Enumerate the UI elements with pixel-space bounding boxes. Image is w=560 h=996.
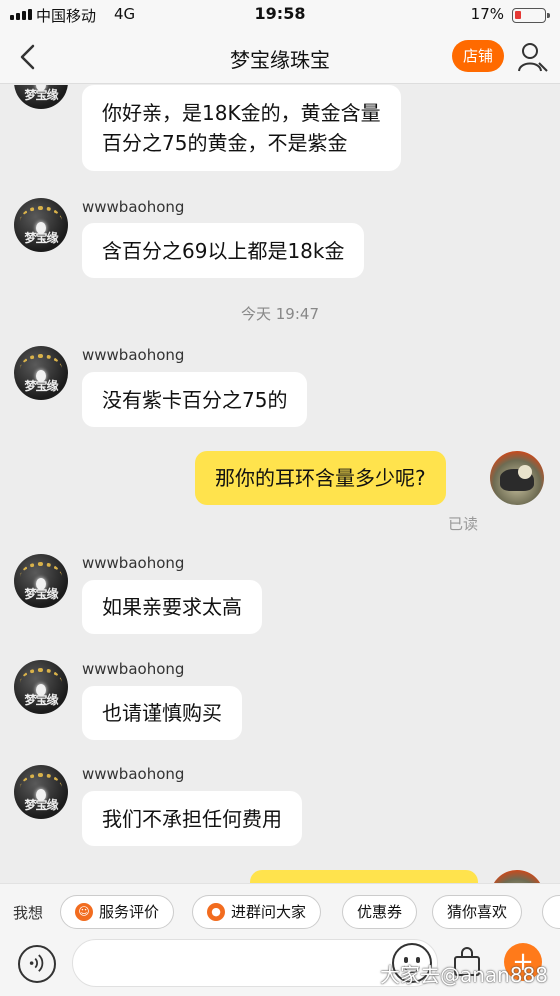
my-avatar[interactable]	[490, 870, 544, 883]
sender-name: wwwbaohong	[82, 660, 185, 678]
message-text: 你好亲，是18K金的，黄金含量	[102, 101, 381, 125]
read-status: 已读	[447, 515, 478, 533]
shop-avatar[interactable]: 梦宝缘	[14, 765, 68, 819]
sender-name: wwwbaohong	[82, 346, 185, 364]
message-bubble[interactable]: 没有紫卡百分之75的	[82, 372, 308, 427]
message-bubble[interactable]: 也请谨慎购买	[82, 686, 242, 740]
my-avatar[interactable]	[490, 451, 544, 505]
input-bar: + 大家去@anan888	[0, 939, 560, 996]
chat-header: 梦宝缘珠宝 店铺	[0, 30, 560, 84]
status-bar: 中国移动 4G 19:58 17%	[0, 0, 560, 30]
message-text: 如果亲要求太高	[102, 595, 242, 619]
shop-avatar[interactable]: 梦宝缘	[14, 660, 68, 714]
message-bubble[interactable]: 如果亲要求太高	[82, 580, 262, 634]
chip-more[interactable]	[542, 895, 560, 929]
people-icon: ●	[207, 903, 225, 921]
shop-avatar[interactable]: 梦宝缘	[14, 554, 68, 608]
quick-label: 我想	[13, 904, 44, 922]
shop-avatar[interactable]: 梦宝缘	[14, 85, 68, 109]
sender-name: wwwbaohong	[82, 554, 185, 572]
message-list[interactable]: 梦宝缘 你好亲，是18K金的，黄金含量 百分之75的黄金，不是紫金 梦宝缘 ww…	[0, 85, 560, 883]
message-text: 百分之75的黄金，不是紫金	[102, 131, 348, 155]
sender-name: wwwbaohong	[82, 765, 185, 783]
shop-avatar[interactable]: 梦宝缘	[14, 346, 68, 400]
message-text: 我们不承担任何费用	[102, 806, 282, 831]
chip-recommendations[interactable]: 猜你喜欢	[432, 895, 523, 929]
message-bubble[interactable]: 含百分之69以上都是18k金	[82, 223, 365, 278]
shop-button[interactable]: 店铺	[452, 40, 504, 72]
smile-icon: ☺	[75, 903, 93, 921]
my-message-bubble[interactable]	[250, 870, 478, 883]
message-bubble[interactable]: 你好亲，是18K金的，黄金含量 百分之75的黄金，不是紫金	[82, 85, 401, 171]
voice-icon[interactable]	[18, 945, 56, 983]
message-bubble[interactable]: 我们不承担任何费用	[82, 791, 302, 846]
sender-name: wwwbaohong	[82, 198, 185, 216]
quick-action-bar: 我想 ☺ 服务评价 ● 进群问大家 优惠券 猜你喜欢	[0, 883, 560, 939]
watermark: 大家去@anan888	[379, 963, 548, 987]
chip-join-group[interactable]: ● 进群问大家	[192, 895, 322, 929]
message-text: 没有紫卡百分之75的	[102, 387, 288, 412]
chip-coupons[interactable]: 优惠券	[342, 895, 418, 929]
my-message-bubble[interactable]: 那你的耳环含量多少呢?	[195, 451, 446, 505]
shop-avatar[interactable]: 梦宝缘	[14, 198, 68, 252]
chip-service-review[interactable]: ☺ 服务评价	[60, 895, 175, 929]
battery-icon	[512, 8, 550, 23]
user-profile-icon[interactable]	[516, 41, 548, 73]
battery-percent: 17%	[470, 5, 504, 23]
message-text: 那你的耳环含量多少呢?	[215, 466, 426, 490]
message-text: 含百分之69以上都是18k金	[102, 238, 345, 263]
timestamp: 今天 19:47	[241, 305, 319, 323]
message-text: 也请谨慎购买	[102, 701, 222, 725]
